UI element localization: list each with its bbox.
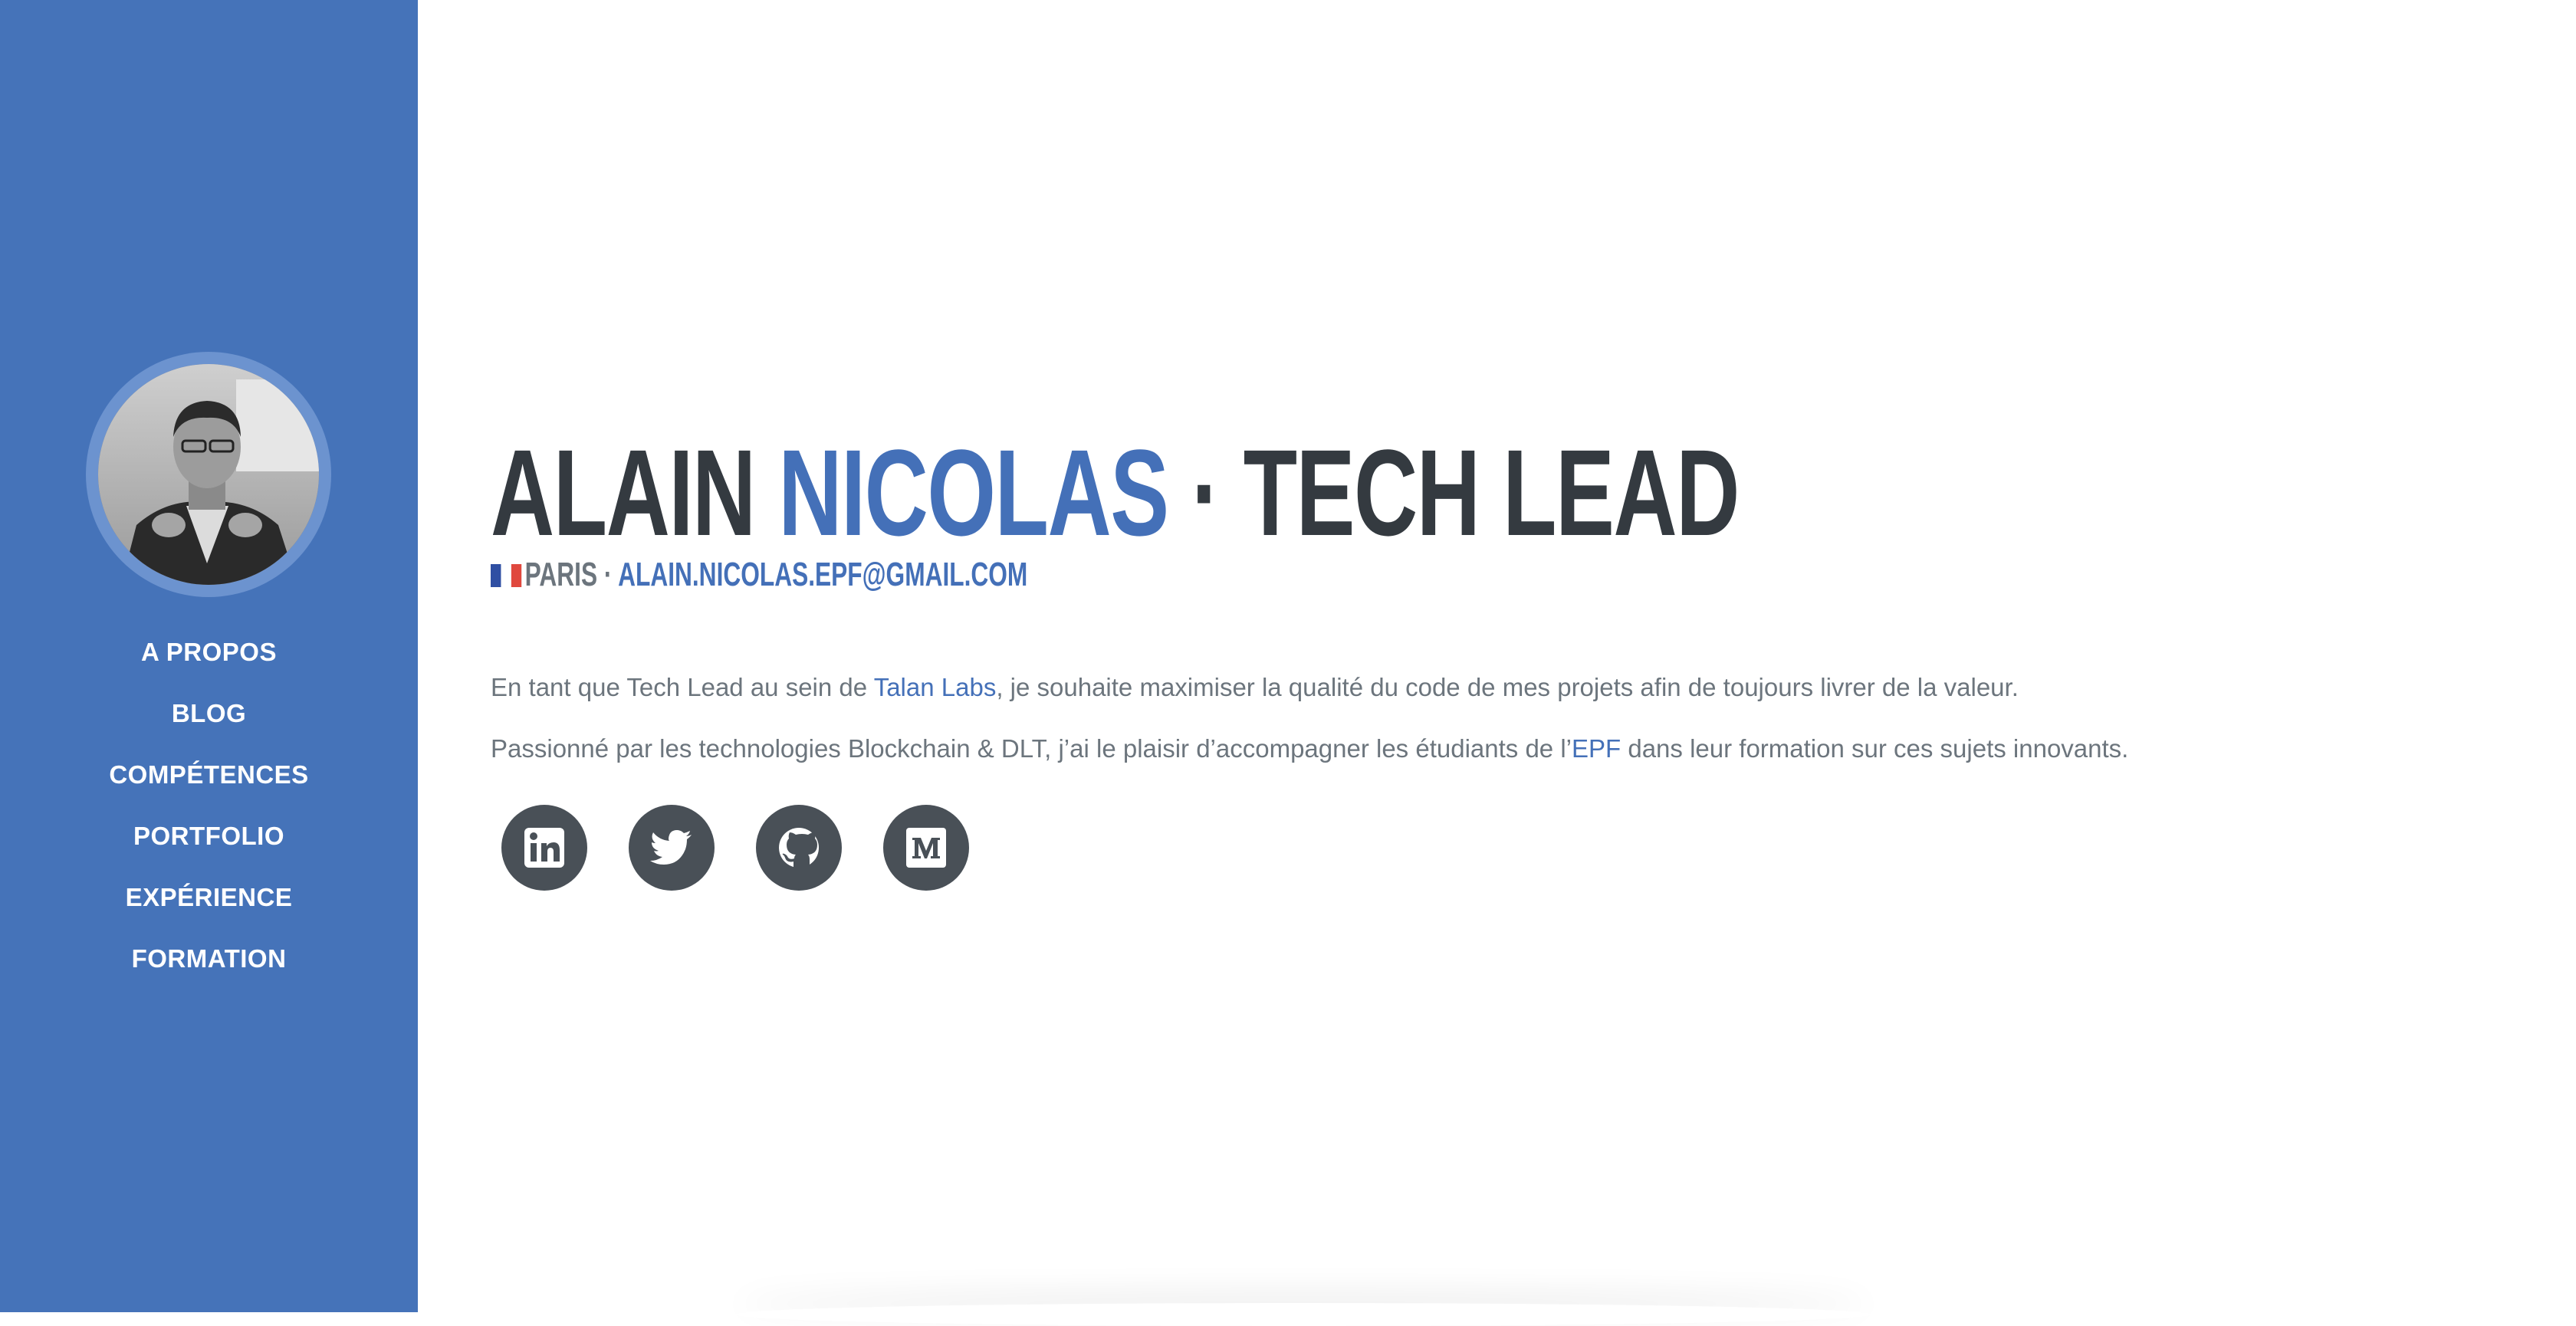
- medium-button[interactable]: [883, 805, 969, 891]
- lead-paragraph-2: Passionné par les technologies Blockchai…: [491, 732, 2515, 766]
- email-link[interactable]: ALAIN.NICOLAS.EPF@GMAIL.COM: [618, 556, 1027, 593]
- avatar: [98, 364, 319, 585]
- lead1-before: En tant que Tech Lead au sein de: [491, 673, 874, 701]
- epf-link[interactable]: EPF: [1572, 734, 1621, 763]
- lead2-after: dans leur formation sur ces sujets innov…: [1621, 734, 2129, 763]
- nav-item-a-propos: A PROPOS: [0, 629, 418, 690]
- avatar-ring: [86, 352, 331, 597]
- nav-link-experience[interactable]: EXPÉRIENCE: [126, 883, 293, 911]
- nav-link-portfolio[interactable]: PORTFOLIO: [133, 822, 284, 850]
- lead2-before: Passionné par les technologies Blockchai…: [491, 734, 1572, 763]
- location-separator: ·: [597, 556, 619, 593]
- nav-link-formation[interactable]: FORMATION: [132, 944, 287, 973]
- twitter-icon: [650, 830, 692, 865]
- github-icon: [779, 828, 819, 868]
- last-name: NICOLAS: [778, 424, 1169, 561]
- nav-link-blog[interactable]: BLOG: [172, 699, 246, 727]
- twitter-button[interactable]: [629, 805, 715, 891]
- first-name: ALAIN: [491, 424, 756, 561]
- france-flag-icon: [491, 564, 522, 587]
- medium-icon: [906, 828, 946, 868]
- social-icons: [501, 805, 1010, 891]
- linkedin-icon: [524, 828, 564, 868]
- role: TECH LEAD: [1243, 424, 1740, 561]
- lead-paragraph-1: En tant que Tech Lead au sein de Talan L…: [491, 671, 2515, 704]
- linkedin-button[interactable]: [501, 805, 587, 891]
- nav-link-competences[interactable]: COMPÉTENCES: [109, 760, 308, 789]
- nav-item-formation: FORMATION: [0, 935, 418, 996]
- sidebar-nav: A PROPOS BLOG COMPÉTENCES PORTFOLIO EXPÉ…: [0, 629, 418, 996]
- section-shadow: [736, 1303, 1871, 1326]
- sidebar: A PROPOS BLOG COMPÉTENCES PORTFOLIO EXPÉ…: [0, 0, 418, 1312]
- nav-item-portfolio: PORTFOLIO: [0, 812, 418, 874]
- nav-item-competences: COMPÉTENCES: [0, 751, 418, 812]
- nav-item-experience: EXPÉRIENCE: [0, 874, 418, 935]
- title-separator: ·: [1168, 424, 1244, 561]
- github-button[interactable]: [756, 805, 842, 891]
- subheading: PARIS · ALAIN.NICOLAS.EPF@GMAIL.COM: [491, 556, 1027, 594]
- nav-link-a-propos[interactable]: A PROPOS: [141, 638, 277, 666]
- lead1-after: , je souhaite maximiser la qualité du co…: [996, 673, 2019, 701]
- about-section: ALAIN NICOLAS · TECH LEAD PARIS · ALAIN.…: [491, 0, 2515, 1312]
- nav-item-blog: BLOG: [0, 690, 418, 751]
- talan-labs-link[interactable]: Talan Labs: [874, 673, 997, 701]
- location: PARIS: [524, 556, 598, 593]
- page-title: ALAIN NICOLAS · TECH LEAD: [491, 429, 1740, 556]
